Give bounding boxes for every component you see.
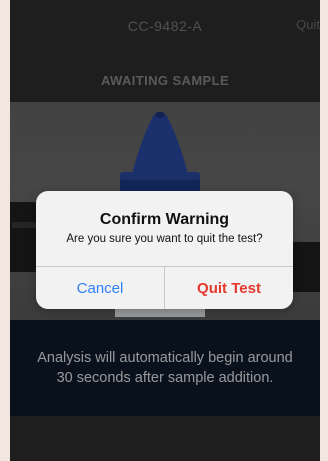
cancel-button[interactable]: Cancel (36, 267, 164, 309)
confirm-dialog: Confirm Warning Are you sure you want to… (36, 191, 293, 309)
dialog-message: Are you sure you want to quit the test? (66, 233, 263, 245)
quit-test-button[interactable]: Quit Test (165, 267, 293, 309)
dialog-title: Confirm Warning (99, 211, 230, 228)
